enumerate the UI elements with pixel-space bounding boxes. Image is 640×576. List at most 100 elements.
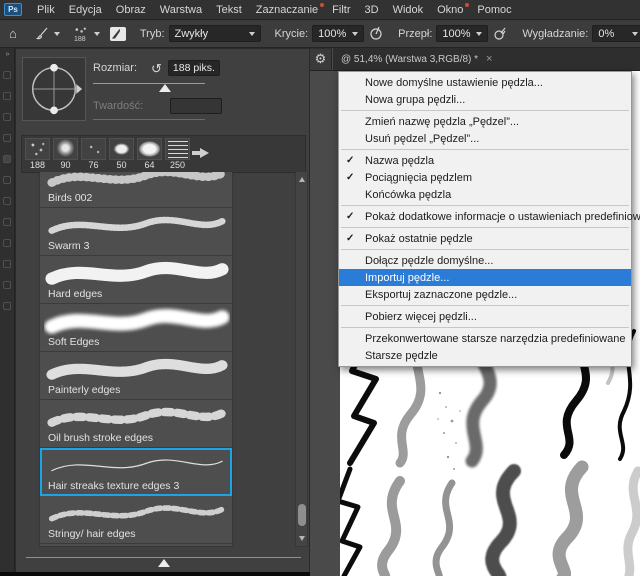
context-menu-item[interactable]: Pociągnięcia pędzlem — [339, 169, 631, 186]
brush-stroke-preview — [44, 258, 230, 288]
recent-brushes-row: 188 90 76 50 — [21, 135, 306, 173]
size-value-field[interactable]: 188 piks. — [168, 60, 220, 76]
home-icon[interactable]: ⌂ — [5, 27, 21, 40]
context-menu-item[interactable]: Importuj pędzle... — [339, 269, 631, 286]
smoothing-dropdown[interactable]: 0% — [592, 25, 640, 42]
brush-preset-tile[interactable]: 188 — [24, 138, 51, 172]
brush-tool-button[interactable] — [30, 20, 65, 47]
context-menu-item[interactable]: Usuń pędzel „Pędzel”... — [339, 130, 631, 147]
size-label: Rozmiar: — [93, 62, 137, 74]
brush-angle-widget[interactable] — [22, 57, 86, 121]
tool-icon[interactable] — [3, 218, 11, 226]
menubar-item[interactable]: Pomoc — [470, 2, 518, 18]
close-tab-icon[interactable]: × — [486, 53, 492, 65]
airbrush-icon[interactable] — [493, 26, 508, 41]
tool-icon[interactable] — [3, 281, 11, 289]
reset-icon[interactable]: ↺ — [151, 62, 162, 75]
brush-list-item[interactable]: Hair streaks texture edges 3 — [40, 448, 232, 496]
menubar-item[interactable]: Tekst — [209, 2, 249, 18]
tool-icon[interactable] — [3, 134, 11, 142]
brush-preset-thumbnail — [25, 138, 50, 160]
brush-preset-thumbnail — [165, 138, 190, 160]
size-slider[interactable] — [93, 81, 205, 91]
panel-menu-gear-button[interactable]: ⚙ — [310, 49, 332, 70]
tool-icon[interactable] — [3, 239, 11, 247]
context-menu-item[interactable]: Końcówka pędzla — [339, 186, 631, 203]
arrow-right-icon — [200, 148, 209, 158]
menubar-item[interactable]: 3D — [358, 2, 386, 18]
brush-preset-picker[interactable]: 188 — [65, 20, 105, 47]
context-menu-item[interactable]: Pokaż dodatkowe informacje o ustawieniac… — [339, 208, 631, 225]
brush-list-item[interactable]: Birds 002 — [40, 171, 232, 208]
brush-list-item[interactable]: Soft Edges — [40, 304, 232, 352]
context-menu-item[interactable]: Nowa grupa pędzli... — [339, 91, 631, 108]
hardness-slider — [93, 117, 205, 127]
brush-list-item[interactable]: Stringy/ hair edges — [40, 496, 232, 544]
chevron-down-icon — [94, 32, 100, 36]
brush-name: Oil brush stroke edges — [48, 432, 153, 444]
brush-panel-context-menu: Nowe domyślne ustawienie pędzla... Nowa … — [338, 71, 632, 367]
brush-list-item[interactable]: Hard edges — [40, 256, 232, 304]
opacity-dropdown[interactable]: 100% — [312, 25, 364, 42]
tool-icon[interactable] — [3, 113, 11, 121]
brush-preset-thumbnail — [81, 138, 106, 160]
menubar-item[interactable]: Obraz — [109, 2, 153, 18]
tool-icon[interactable] — [3, 197, 11, 205]
context-menu-item[interactable]: Przekonwertowane starsze narzędzia prede… — [339, 330, 631, 347]
preset-arrow-tile[interactable] — [192, 142, 216, 164]
tool-icon[interactable] — [3, 260, 11, 268]
context-menu-item[interactable]: Zmień nazwę pędzla „Pędzel”... — [339, 113, 631, 130]
scrollbar-thumb[interactable] — [298, 504, 306, 526]
brush-list-item[interactable]: Swarm 3 — [40, 208, 232, 256]
menubar-item[interactable]: Okno — [430, 2, 470, 18]
context-menu-item[interactable]: Nazwa pędzla — [339, 152, 631, 169]
flow-dropdown[interactable]: 100% — [436, 25, 488, 42]
menubar-item[interactable]: Edycja — [62, 2, 109, 18]
context-menu-item-label: Dołącz pędzle domyślne... — [365, 255, 493, 267]
menubar-item[interactable]: Widok — [386, 2, 431, 18]
brush-preset-tile[interactable]: 76 — [80, 138, 107, 172]
context-menu-item[interactable]: Dołącz pędzle domyślne... — [339, 252, 631, 269]
scroll-down-icon[interactable] — [299, 536, 305, 541]
photoshop-window: Ps PlikEdycjaObrazWarstwaTekstZaznaczani… — [0, 0, 640, 576]
context-menu-item[interactable]: Nowe domyślne ustawienie pędzla... — [339, 74, 631, 91]
brush-stroke-preview — [44, 210, 230, 240]
context-menu-item[interactable]: Pokaż ostatnie pędzle — [339, 230, 631, 247]
brush-preset-tile[interactable]: 90 — [52, 138, 79, 172]
brush-preset-thumbnail — [109, 138, 134, 160]
tools-panel-collapsed: » — [0, 48, 15, 576]
context-menu-item-label: Zmień nazwę pędzla „Pędzel”... — [365, 116, 519, 128]
brush-list-scrollbar[interactable] — [295, 171, 308, 547]
scroll-up-icon[interactable] — [299, 177, 305, 182]
opacity-label: Krycie: — [275, 28, 309, 40]
panel-footer — [16, 547, 309, 575]
context-menu-item[interactable]: Eksportuj zaznaczone pędzle... — [339, 286, 631, 303]
brush-stroke-preview — [44, 306, 230, 336]
tool-icon[interactable] — [3, 302, 11, 310]
tool-icon[interactable] — [3, 92, 11, 100]
brush-list: Birds 002 Swarm 3 — [39, 171, 233, 547]
brush-list-item[interactable]: Oil brush stroke edges — [40, 400, 232, 448]
photoshop-logo: Ps — [4, 3, 22, 16]
tool-icon[interactable] — [3, 176, 11, 184]
pressure-opacity-icon[interactable] — [369, 26, 384, 41]
brush-preset-tile[interactable]: 250 — [164, 138, 191, 172]
menubar-item[interactable]: Zaznaczanie — [249, 2, 325, 18]
tool-icon[interactable] — [3, 71, 11, 79]
brush-name: Hair streaks texture edges 3 — [48, 480, 179, 492]
tool-icon[interactable] — [3, 155, 11, 163]
menubar-item[interactable]: Warstwa — [153, 2, 209, 18]
toggle-brush-panel-button[interactable] — [105, 20, 131, 47]
menubar-item[interactable]: Plik — [30, 2, 62, 18]
mode-dropdown[interactable]: Zwykły — [169, 25, 261, 42]
size-slider-thumb[interactable] — [159, 84, 171, 92]
brush-preset-tile[interactable]: 50 — [108, 138, 135, 172]
brush-list-item[interactable]: Painterly edges — [40, 352, 232, 400]
footer-slider-thumb[interactable] — [158, 559, 170, 567]
expand-tools-icon[interactable]: » — [6, 48, 9, 64]
menubar-item[interactable]: Filtr — [325, 2, 357, 18]
document-tab[interactable]: @ 51,4% (Warstwa 3,RGB/8) * × — [332, 48, 500, 70]
context-menu-item[interactable]: Pobierz więcej pędzli... — [339, 308, 631, 325]
context-menu-item[interactable]: Starsze pędzle — [339, 347, 631, 364]
brush-preset-tile[interactable]: 64 — [136, 138, 163, 172]
